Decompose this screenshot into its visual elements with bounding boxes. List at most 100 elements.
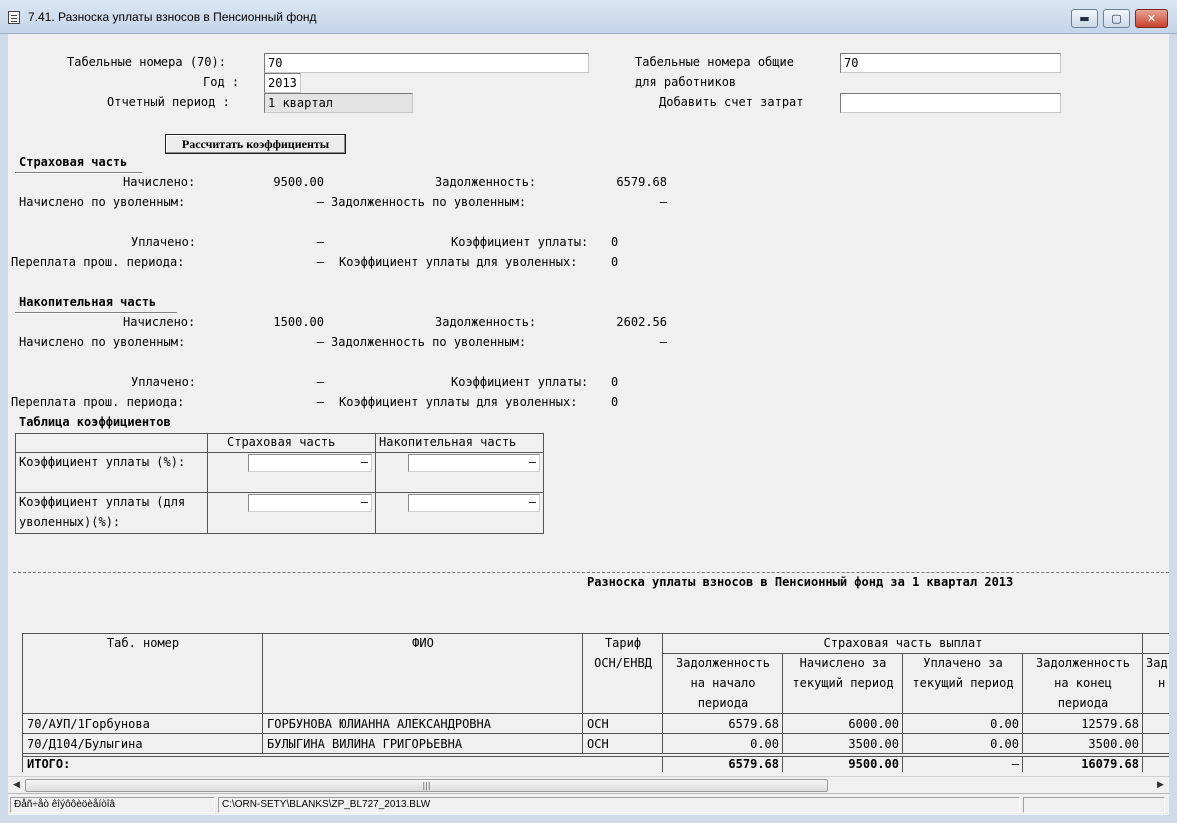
scrollbar-thumb[interactable]: |||	[25, 779, 828, 792]
row-tab-number: 70/АУП/1Горбунова	[27, 717, 150, 731]
tab-numbers-common-input[interactable]: 70	[840, 53, 1061, 73]
total-accrued: 9500.00	[848, 757, 899, 771]
funded-pay-coef-value: 0	[611, 375, 619, 389]
header-next: Зад	[1146, 656, 1168, 670]
total-paid: –	[1011, 757, 1019, 771]
period-label: Отчетный период :	[107, 95, 230, 109]
status-file-path: C:\ORN-SETY\BLANKS\ZP_BL727_2013.BLW	[218, 797, 1020, 813]
form-area: Табельные номера (70): 70 Год : 2013 Отч…	[8, 34, 1169, 776]
year-label: Год :	[203, 75, 240, 89]
tab-numbers-label: Табельные номера (70):	[67, 55, 226, 69]
header-debt-start-3: периода	[697, 696, 749, 710]
coef-row2-label: Коэффициент уплаты (для	[19, 495, 186, 509]
scroll-right-arrow-icon[interactable]: ▶	[1152, 777, 1169, 794]
tab-numbers-input[interactable]: 70	[264, 53, 589, 73]
funded-pay-coef-dismissed-value: 0	[611, 395, 619, 409]
insurance-accrued-label: Начислено:	[123, 175, 196, 189]
row-tariff: ОСН	[587, 737, 609, 751]
header-debt-start: Задолженность	[676, 656, 770, 670]
coef-row2-insurance-input[interactable]: –	[248, 494, 372, 512]
insurance-pay-coef-label: Коэффициент уплаты:	[451, 235, 589, 249]
funded-pay-coef-dismissed-label: Коэффициент уплаты для уволенных:	[339, 395, 578, 409]
report-title: Разноска уплаты взносов в Пенсионный фон…	[587, 575, 1014, 589]
funded-debt-dismissed-value: –	[659, 335, 667, 349]
add-cost-account-label: Добавить счет затрат	[659, 95, 804, 109]
funded-heading-underline	[15, 312, 177, 314]
funded-pay-coef-label: Коэффициент уплаты:	[451, 375, 589, 389]
maximize-button[interactable]: ▢	[1103, 9, 1130, 28]
row-debt-end: 3500.00	[1088, 737, 1139, 751]
coef-col-funded: Накопительная часть	[379, 435, 517, 449]
insurance-debt-value: 6579.68	[616, 175, 667, 189]
add-cost-account-input[interactable]	[840, 93, 1061, 113]
funded-paid-label: Уплачено:	[131, 375, 197, 389]
header-group-insurance: Страховая часть выплат	[823, 636, 983, 650]
minimize-button[interactable]: ▬	[1071, 9, 1098, 28]
title-bar: 7.41. Разноска уплаты взносов в Пенсионн…	[0, 0, 1177, 34]
row-debt-start: 0.00	[750, 737, 779, 751]
insurance-heading: Страховая часть	[19, 155, 128, 169]
header-paid: Уплачено за	[923, 656, 1003, 670]
coef-row2-label-2: уволенных)(%):	[19, 515, 121, 529]
header-next-2: н	[1158, 676, 1166, 690]
insurance-accrued-dismissed-label: Начислено по уволенным:	[19, 195, 186, 209]
funded-accrued-dismissed-label: Начислено по уволенным:	[19, 335, 186, 349]
insurance-debt-dismissed-value: –	[659, 195, 667, 209]
insurance-accrued-dismissed-value: –	[316, 195, 324, 209]
funded-accrued-value: 1500.00	[273, 315, 324, 329]
insurance-overpay-value: –	[316, 255, 324, 269]
header-debt-start-2: на начало	[690, 676, 756, 690]
insurance-paid-value: –	[316, 235, 324, 249]
insurance-heading-underline	[15, 172, 142, 174]
window-title: 7.41. Разноска уплаты взносов в Пенсионн…	[28, 10, 317, 24]
funded-accrued-label: Начислено:	[123, 315, 196, 329]
insurance-paid-label: Уплачено:	[131, 235, 197, 249]
coef-row1-insurance-input[interactable]: –	[248, 454, 372, 472]
row-debt-end: 12579.68	[1081, 717, 1139, 731]
section-divider	[13, 572, 1169, 573]
scroll-left-arrow-icon[interactable]: ◀	[8, 777, 25, 794]
coef-col-insurance: Страховая часть	[227, 435, 336, 449]
header-fio: ФИО	[412, 636, 434, 650]
header-paid-2: текущий период	[912, 676, 1014, 690]
coef-row2-funded-input[interactable]: –	[408, 494, 540, 512]
funded-overpay-value: –	[316, 395, 324, 409]
status-extra-pane	[1023, 797, 1165, 813]
row-paid: 0.00	[990, 717, 1019, 731]
insurance-accrued-value: 9500.00	[273, 175, 324, 189]
insurance-pay-coef-dismissed-value: 0	[611, 255, 619, 269]
calculate-coefficients-button[interactable]: Рассчитать коэффициенты	[165, 134, 346, 154]
funded-accrued-dismissed-value: –	[316, 335, 324, 349]
tab-numbers-common-label: Табельные номера общие	[635, 55, 794, 69]
row-fio: БУЛЫГИНА ВИЛИНА ГРИГОРЬЕВНА	[267, 737, 463, 751]
header-tariff: Тариф	[604, 636, 642, 650]
funded-paid-value: –	[316, 375, 324, 389]
year-input[interactable]: 2013	[264, 73, 301, 93]
total-label: ИТОГО:	[27, 757, 71, 771]
row-tab-number: 70/Д104/Булыгина	[27, 737, 143, 751]
total-debt-start: 6579.68	[728, 757, 779, 771]
row-paid: 0.00	[990, 737, 1019, 751]
status-message: Ðåñ÷åò êîýôôèöèåíòîâ	[10, 797, 215, 813]
insurance-debt-dismissed-label: Задолженность по уволенным:	[331, 195, 527, 209]
coef-table-title: Таблица коэффициентов	[19, 415, 171, 429]
header-debt-end: Задолженность	[1036, 656, 1130, 670]
horizontal-scrollbar[interactable]: ◀ ||| ▶	[8, 776, 1169, 793]
coef-row1-label: Коэффициент уплаты (%):	[19, 455, 186, 469]
tab-numbers-common-label-2: для работников	[635, 75, 737, 89]
funded-overpay-label: Переплата прош. периода:	[11, 395, 185, 409]
period-input[interactable]: 1 квартал	[264, 93, 413, 113]
header-debt-end-3: периода	[1057, 696, 1109, 710]
funded-debt-label: Задолженность:	[435, 315, 537, 329]
header-accrued-2: текущий период	[792, 676, 894, 690]
coef-row1-funded-input[interactable]: –	[408, 454, 540, 472]
header-tab-number: Таб. номер	[106, 636, 180, 650]
insurance-overpay-label: Переплата прош. периода:	[11, 255, 185, 269]
close-button[interactable]: ✕	[1135, 9, 1168, 28]
header-tariff-2: ОСН/ЕНВД	[594, 656, 652, 670]
row-accrued: 3500.00	[848, 737, 899, 751]
header-debt-end-2: на конец	[1054, 676, 1112, 690]
report-table: Таб. номер ФИО Тариф ОСН/ЕНВД Страховая …	[22, 633, 1169, 772]
document-icon	[8, 11, 20, 24]
funded-heading: Накопительная часть	[19, 295, 157, 309]
